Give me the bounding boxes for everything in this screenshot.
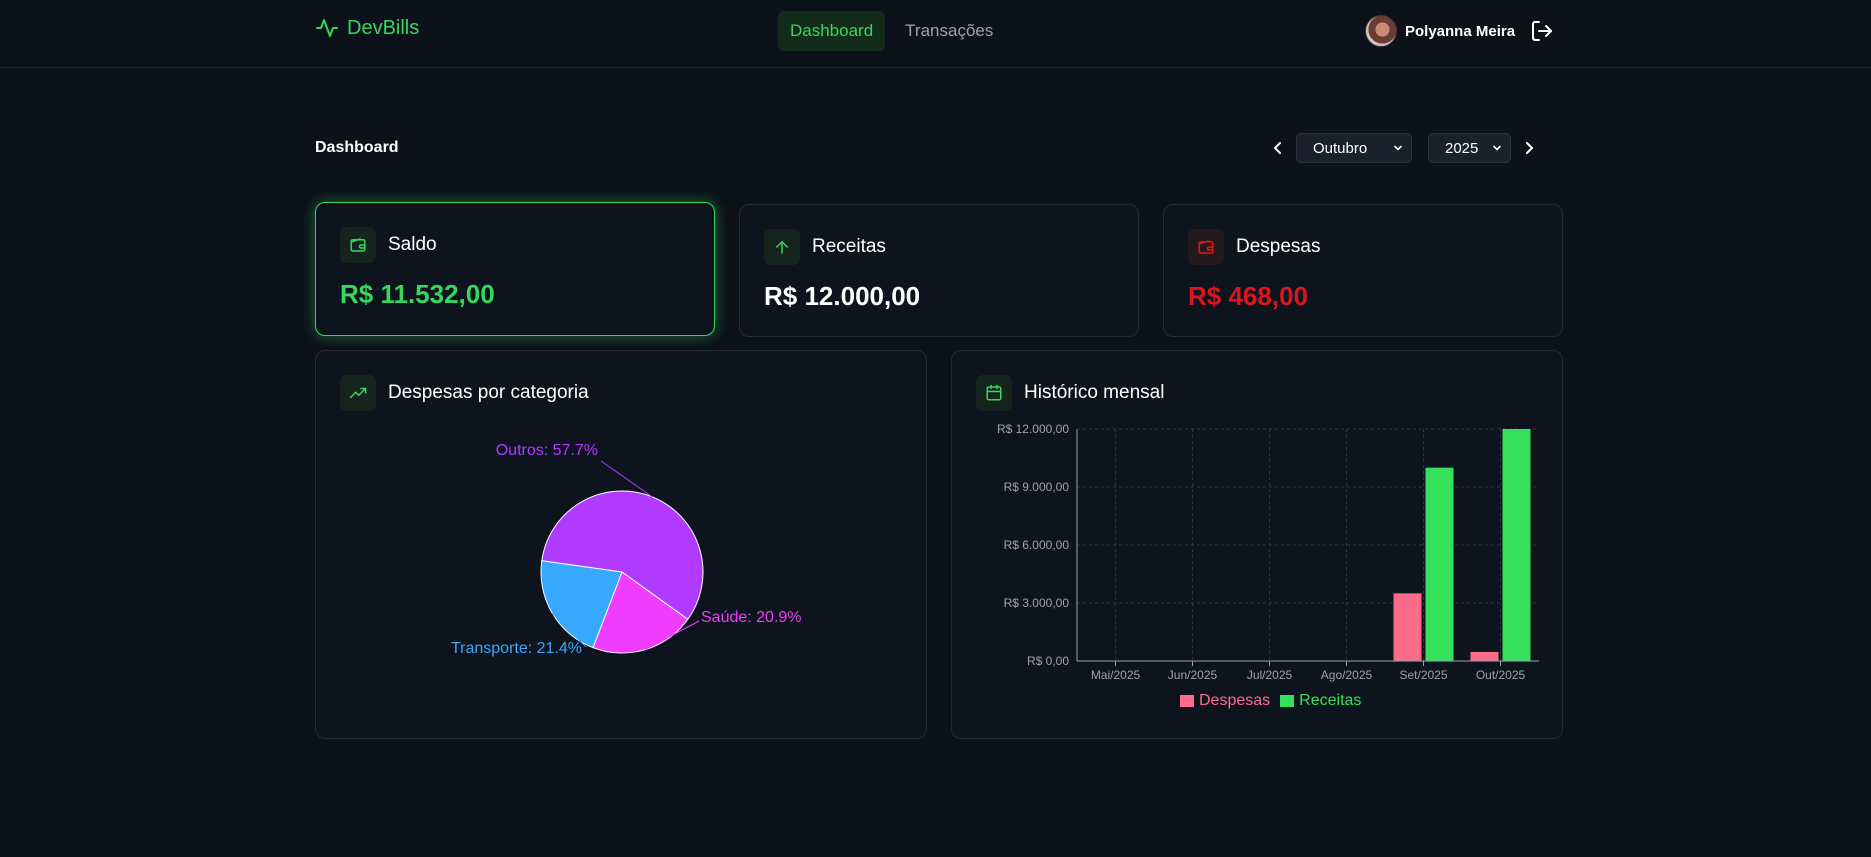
arrow-up-icon-box <box>764 229 800 265</box>
month-select-value: Outubro <box>1313 139 1368 157</box>
avatar[interactable] <box>1365 15 1397 47</box>
x-tick-label: Set/2025 <box>1399 668 1447 682</box>
activity-icon <box>316 19 338 37</box>
user-name: Polyanna Meira <box>1405 22 1516 40</box>
wallet-icon <box>350 238 366 252</box>
legend-swatch-despesas <box>1180 695 1194 707</box>
y-tick-label: R$ 0,00 <box>1027 654 1069 668</box>
legend-swatch-receitas <box>1280 695 1295 707</box>
brand-logo[interactable]: DevBills <box>315 16 419 40</box>
nav-transacoes[interactable]: Transações <box>893 11 1005 51</box>
logout-icon <box>1532 21 1552 41</box>
wallet-icon-box <box>1188 229 1224 265</box>
pie-label-outros: Outros: 57.7% <box>496 442 598 459</box>
previous-month-button[interactable] <box>1266 133 1290 163</box>
y-tick-label: R$ 3.000,00 <box>1004 596 1070 610</box>
saldo-value: R$ 11.532,00 <box>340 279 495 309</box>
page-title: Dashboard <box>315 139 399 156</box>
pie-label-transporte: Transporte: 21.4% <box>451 640 582 657</box>
top-header: DevBills Dashboard Transações Polyanna M… <box>0 0 1871 68</box>
bar-receitas-out-2025[interactable] <box>1502 429 1531 661</box>
history-panel: Histórico mensal R$ 0,00 R$ 3.000,00 R$ 6.… <box>951 350 1563 739</box>
next-month-button[interactable] <box>1517 133 1541 163</box>
period-selector: Outubro 2025 <box>1266 133 1541 163</box>
category-pie-chart: Outros: 57.7% Saúde: 20.9% Transporte: 21.… <box>451 442 802 657</box>
year-select[interactable]: 2025 <box>1428 133 1511 163</box>
bar-despesas-set-2025[interactable] <box>1393 593 1422 661</box>
despesas-label: Despesas <box>1236 236 1321 257</box>
pie-label-saúde: Saúde: 20.9% <box>701 609 802 626</box>
calendar-icon-box <box>976 375 1012 411</box>
nav-dashboard[interactable]: Dashboard <box>778 11 886 51</box>
wallet-icon-box <box>340 227 376 263</box>
bar-receitas-set-2025[interactable] <box>1425 467 1454 661</box>
chevron-left-icon <box>1273 142 1281 154</box>
trending-up-icon <box>349 387 367 399</box>
categories-panel: Despesas por categoria Outros: 57.7% Saúd… <box>315 350 927 739</box>
x-tick-label: Jun/2025 <box>1168 668 1218 682</box>
year-select-value: 2025 <box>1445 139 1479 157</box>
saldo-card: Saldo R$ 11.532,00 <box>315 202 715 336</box>
y-tick-label: R$ 9.000,00 <box>1004 480 1070 494</box>
history-title: Histórico mensal <box>1024 382 1165 403</box>
logout-button[interactable] <box>1530 19 1554 48</box>
y-tick-label: R$ 6.000,00 <box>1004 538 1070 552</box>
trending-up-icon-box <box>340 375 376 411</box>
categories-title: Despesas por categoria <box>388 382 589 403</box>
legend-label-despesas: Despesas <box>1199 692 1271 709</box>
main-nav: Dashboard Transações <box>778 11 1005 51</box>
chevron-down-icon <box>1394 145 1402 151</box>
receitas-value: R$ 12.000,00 <box>764 281 921 311</box>
chevron-right-icon <box>1526 142 1534 154</box>
x-tick-label: Ago/2025 <box>1321 668 1373 682</box>
despesas-value: R$ 468,00 <box>1188 281 1308 311</box>
chevron-down-icon <box>1493 145 1501 151</box>
x-tick-label: Mai/2025 <box>1091 668 1141 682</box>
x-tick-label: Jul/2025 <box>1247 668 1293 682</box>
month-select[interactable]: Outubro <box>1296 133 1412 163</box>
legend-receitas[interactable]: Receitas <box>1280 692 1361 710</box>
legend-despesas[interactable]: Despesas <box>1180 692 1270 710</box>
despesas-card: Despesas R$ 468,00 <box>1163 204 1563 337</box>
x-tick-label: Out/2025 <box>1476 668 1526 682</box>
y-tick-label: R$ 12.000,00 <box>997 422 1069 436</box>
brand-name: DevBills <box>347 16 420 39</box>
arrow-up-icon <box>776 241 788 254</box>
user-menu[interactable]: Polyanna Meira <box>1365 15 1515 47</box>
wallet-icon <box>1198 240 1214 254</box>
history-legend: Despesas Receitas <box>1180 692 1361 710</box>
legend-label-receitas: Receitas <box>1299 692 1362 709</box>
receitas-label: Receitas <box>812 236 886 257</box>
saldo-label: Saldo <box>388 234 437 255</box>
calendar-icon <box>986 384 1002 401</box>
monthly-history-chart: R$ 0,00 R$ 3.000,00 R$ 6.000,00 R$ 9.000,00… <box>997 422 1539 682</box>
receitas-card: Receitas R$ 12.000,00 <box>739 204 1139 337</box>
bar-despesas-out-2025[interactable] <box>1470 651 1499 661</box>
